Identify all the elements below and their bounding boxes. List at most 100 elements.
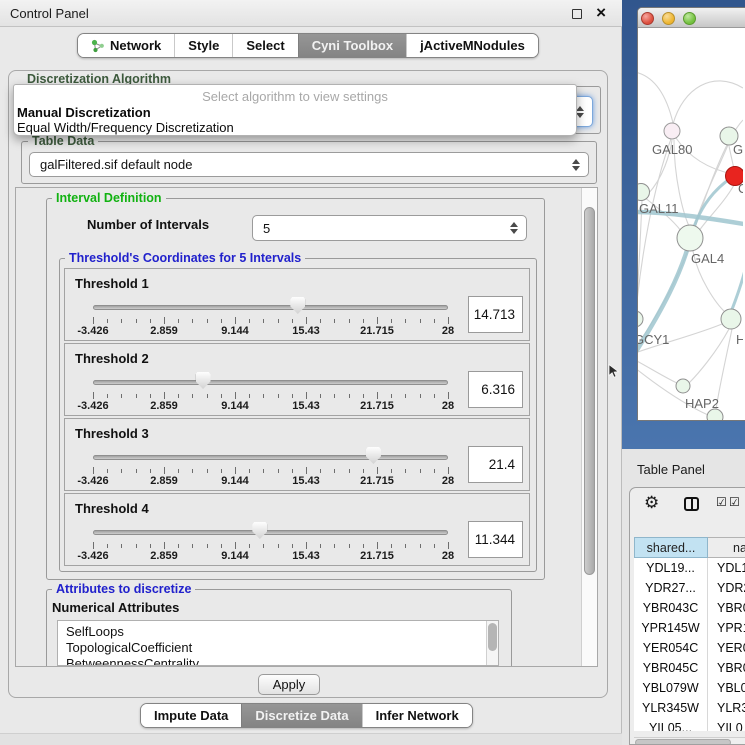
network-node[interactable] [676,379,690,393]
table-row[interactable]: YBL079WYBL0 [634,678,745,698]
table-row[interactable]: YLR345WYLR3 [634,698,745,718]
threshold-value-field[interactable]: 6.316 [468,371,523,408]
tab-cyni-toolbox[interactable]: Cyni Toolbox [298,34,406,57]
node-label-gal: GAL [733,142,743,157]
network-node[interactable] [664,123,680,139]
tick-mark [405,544,406,548]
close-icon[interactable]: × [596,2,606,24]
network-icon [91,39,105,53]
apply-button[interactable]: Apply [258,674,320,695]
network-edge [673,81,743,124]
tick-mark [235,392,236,399]
tab-style[interactable]: Style [174,34,232,57]
combo-spinner-icon [510,222,518,234]
table-row[interactable]: YPR145WYPR1 [634,618,745,638]
column-header-shared-name[interactable]: shared... [634,537,708,558]
tick-mark [249,394,250,398]
tab-impute-data[interactable]: Impute Data [141,704,241,727]
cell-name: YDL1 [708,558,745,578]
threshold-value-field[interactable]: 14.713 [468,296,523,333]
tick-mark [377,317,378,324]
tick-mark [334,394,335,398]
column-header-name[interactable]: name [708,537,745,558]
network-node[interactable] [677,225,703,251]
tick-mark [391,469,392,473]
table-row[interactable]: YER054CYER0 [634,638,745,658]
network-canvas[interactable]: GAL80GALCGAL11GAL4GCY1HHAP2 [638,28,745,421]
tick-mark [221,469,222,473]
checkbox-icon[interactable]: ☑ [716,495,727,509]
float-window-icon[interactable] [572,9,582,19]
settings-viewport: Interval Definition Number of Intervals … [15,187,598,667]
threshold-value-field[interactable]: 21.4 [468,446,523,483]
tab-select[interactable]: Select [232,34,297,57]
tick-mark [306,542,307,549]
tick-mark [121,394,122,398]
attribute-list-item[interactable]: BetweennessCentrality [58,656,498,666]
table-row[interactable]: YDL19...YDL1 [634,558,745,578]
tick-label: 2.859 [150,475,178,487]
network-node[interactable] [721,309,741,329]
column-selector-icon[interactable] [684,497,699,511]
tab-network[interactable]: Network [78,34,174,57]
slider-handle[interactable] [366,447,381,464]
tick-mark [420,544,421,548]
tick-mark [334,319,335,323]
tab-label: Impute Data [154,708,228,723]
algorithm-option-2[interactable]: Equal Width/Frequency Discretization [17,120,234,135]
network-node[interactable] [638,184,650,201]
table-row[interactable]: YBR045CYBR0 [634,658,745,678]
tick-mark [136,394,137,398]
table-panel-title: Table Panel [637,462,705,477]
tab-label: Network [110,38,161,53]
tab-infer-network[interactable]: Infer Network [362,704,472,727]
tick-mark [306,317,307,324]
tick-mark [93,467,94,474]
tick-mark [107,394,108,398]
tick-label: 28 [442,400,454,412]
tick-label: 2.859 [150,550,178,562]
slider-track[interactable] [93,455,448,460]
slider-handle[interactable] [196,372,211,389]
tick-mark [278,319,279,323]
table-hscrollbar[interactable] [634,737,745,745]
algorithm-option-1[interactable]: Manual Discretization [17,105,151,120]
tick-mark [235,467,236,474]
tick-mark [334,544,335,548]
tick-mark [263,544,264,548]
attribute-list-item[interactable]: SelfLoops [58,624,498,640]
close-traffic-light-icon[interactable] [641,12,654,25]
slider-track[interactable] [93,305,448,310]
tick-mark [420,469,421,473]
table-row[interactable]: YDR27...YDR2 [634,578,745,598]
control-panel-title: Control Panel [10,6,89,21]
settings-scrollbar[interactable] [581,188,597,666]
tick-mark [192,469,193,473]
tick-label: 9.144 [221,400,249,412]
settings-gear-icon[interactable]: ⚙ [644,493,659,513]
attribute-list-item[interactable]: TopologicalCoefficient [58,640,498,656]
tick-mark [178,394,179,398]
tick-mark [107,319,108,323]
slider-handle[interactable] [252,522,267,539]
cell-name: YBR0 [708,658,745,678]
slider-handle[interactable] [290,297,305,314]
tick-label: 28 [442,475,454,487]
num-intervals-combobox[interactable]: 5 [252,215,527,241]
threshold-value-field[interactable]: 11.344 [468,521,523,558]
attributes-listbox[interactable]: SelfLoopsTopologicalCoefficientBetweenne… [57,620,499,666]
table-row[interactable]: YBR043CYBR0 [634,598,745,618]
tab-jactivemnodules[interactable]: jActiveMNodules [406,34,538,57]
network-node[interactable] [638,311,643,327]
threshold-panel-1: Threshold 1-3.4262.8599.14415.4321.71528… [64,268,530,341]
tab-discretize-data[interactable]: Discretize Data [241,704,361,727]
slider-track[interactable] [93,380,448,385]
checkbox-icon[interactable]: ☑ [729,495,740,509]
cell-name: YLR3 [708,698,745,718]
minimize-traffic-light-icon[interactable] [662,12,675,25]
table-row[interactable]: YIL05...YIL0 [634,718,745,731]
list-scrollbar[interactable] [486,621,498,666]
zoom-traffic-light-icon[interactable] [683,12,696,25]
table-data-combobox[interactable]: galFiltered.sif default node [29,152,589,177]
slider-track[interactable] [93,530,448,535]
